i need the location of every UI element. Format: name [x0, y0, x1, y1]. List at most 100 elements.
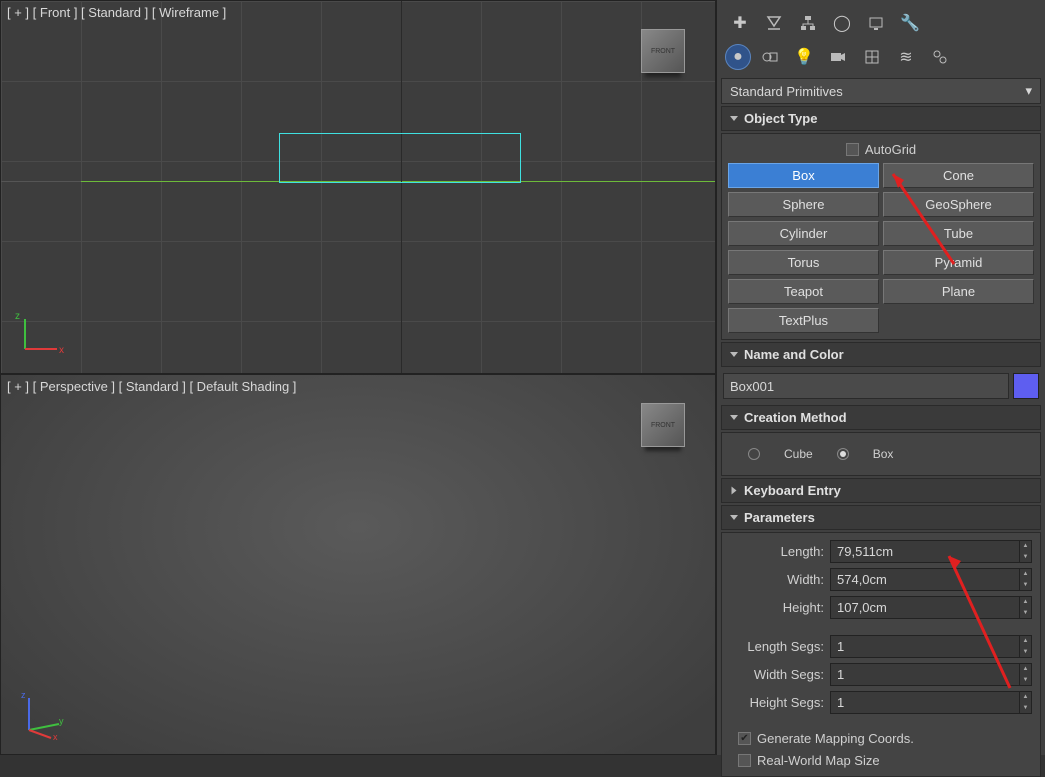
- tab-row-main: ✚ ◯ 🔧: [721, 4, 1041, 42]
- realworld-label: Real-World Map Size: [757, 753, 880, 768]
- width-label: Width:: [730, 572, 824, 587]
- teapot-button[interactable]: Teapot: [728, 279, 879, 304]
- viewcube-front[interactable]: FRONT: [641, 29, 685, 73]
- chevron-down-icon: [730, 116, 738, 121]
- sphere-button[interactable]: Sphere: [728, 192, 879, 217]
- chevron-down-icon: [730, 515, 738, 520]
- autogrid-checkbox[interactable]: [846, 143, 859, 156]
- rollout-parameters[interactable]: Parameters: [721, 505, 1041, 530]
- box-radio-label: Box: [873, 447, 894, 461]
- rollout-title: Object Type: [744, 111, 817, 126]
- spinner-arrows[interactable]: ▲▼: [1019, 636, 1031, 657]
- axis-vertical: [401, 1, 402, 373]
- rollout-name-color[interactable]: Name and Color: [721, 342, 1041, 367]
- utilities-tab-icon[interactable]: 🔧: [895, 10, 925, 36]
- length-input[interactable]: [831, 541, 1019, 562]
- rollout-object-type[interactable]: Object Type: [721, 106, 1041, 131]
- svg-text:z: z: [15, 311, 20, 322]
- axis-gizmo-front[interactable]: z x: [15, 309, 65, 359]
- dropdown-label: Standard Primitives: [730, 84, 843, 99]
- spinner-arrows[interactable]: ▲▼: [1019, 541, 1031, 562]
- length-segs-input[interactable]: [831, 636, 1019, 657]
- rollout-title: Parameters: [744, 510, 815, 525]
- svg-text:z: z: [21, 690, 26, 700]
- viewport-area: [ + ] [ Front ] [ Standard ] [ Wireframe…: [0, 0, 716, 755]
- svg-text:y: y: [59, 716, 64, 726]
- height-segs-label: Height Segs:: [730, 695, 824, 710]
- svg-text:x: x: [59, 345, 64, 356]
- display-tab-icon[interactable]: [861, 10, 891, 36]
- spinner-arrows[interactable]: ▲▼: [1019, 664, 1031, 685]
- spinner-arrows[interactable]: ▲▼: [1019, 597, 1031, 618]
- viewport-front[interactable]: [ + ] [ Front ] [ Standard ] [ Wireframe…: [0, 0, 716, 374]
- svg-text:x: x: [53, 732, 58, 740]
- length-spinner[interactable]: ▲▼: [830, 540, 1032, 563]
- systems-category-icon[interactable]: [925, 44, 955, 70]
- width-segs-spinner[interactable]: ▲▼: [830, 663, 1032, 686]
- width-segs-label: Width Segs:: [730, 667, 824, 682]
- object-type-body: AutoGrid Box Cone Sphere GeoSphere Cylin…: [721, 133, 1041, 340]
- plane-button[interactable]: Plane: [883, 279, 1034, 304]
- height-segs-input[interactable]: [831, 692, 1019, 713]
- rollout-keyboard-entry[interactable]: Keyboard Entry: [721, 478, 1041, 503]
- object-name-input[interactable]: [723, 373, 1009, 399]
- grid: [1, 1, 715, 373]
- selected-object-front[interactable]: [279, 133, 521, 183]
- gen-mapping-checkbox[interactable]: ✔: [738, 732, 751, 745]
- rollout-title: Keyboard Entry: [744, 483, 841, 498]
- autogrid-label: AutoGrid: [865, 142, 916, 157]
- subcategory-dropdown[interactable]: Standard Primitives ▾: [721, 78, 1041, 104]
- geosphere-button[interactable]: GeoSphere: [883, 192, 1034, 217]
- motion-tab-icon[interactable]: ◯: [827, 10, 857, 36]
- viewport-perspective[interactable]: 1749 622 3195 104 5005 2581 1884 6886 14…: [0, 374, 716, 755]
- box-radio[interactable]: [837, 448, 849, 460]
- length-segs-spinner[interactable]: ▲▼: [830, 635, 1032, 658]
- cylinder-button[interactable]: Cylinder: [728, 221, 879, 246]
- cube-radio-label: Cube: [784, 447, 813, 461]
- rollout-creation-method[interactable]: Creation Method: [721, 405, 1041, 430]
- chevron-right-icon: [732, 487, 737, 495]
- spinner-arrows[interactable]: ▲▼: [1019, 569, 1031, 590]
- realworld-checkbox[interactable]: [738, 754, 751, 767]
- perspective-background: [1, 375, 715, 754]
- rollout-title: Name and Color: [744, 347, 844, 362]
- object-color-swatch[interactable]: [1013, 373, 1039, 399]
- spinner-arrows[interactable]: ▲▼: [1019, 692, 1031, 713]
- viewport-label-perspective[interactable]: [ + ] [ Perspective ] [ Standard ] [ Def…: [7, 379, 296, 394]
- gen-mapping-label: Generate Mapping Coords.: [757, 731, 914, 746]
- textplus-button[interactable]: TextPlus: [728, 308, 879, 333]
- command-panel: ✚ ◯ 🔧 ● 💡 ≋ Standard Primitives ▾: [716, 0, 1045, 755]
- lights-category-icon[interactable]: 💡: [789, 44, 819, 70]
- length-segs-label: Length Segs:: [730, 639, 824, 654]
- axis-gizmo-perspective[interactable]: z y x: [15, 690, 65, 740]
- pyramid-button[interactable]: Pyramid: [883, 250, 1034, 275]
- width-segs-input[interactable]: [831, 664, 1019, 685]
- chevron-down-icon: ▾: [1025, 83, 1032, 99]
- width-input[interactable]: [831, 569, 1019, 590]
- width-spinner[interactable]: ▲▼: [830, 568, 1032, 591]
- category-row: ● 💡 ≋: [721, 44, 1041, 76]
- viewcube-perspective[interactable]: FRONT: [641, 403, 685, 447]
- hierarchy-tab-icon[interactable]: [793, 10, 823, 36]
- modify-tab-icon[interactable]: [759, 10, 789, 36]
- helpers-category-icon[interactable]: [857, 44, 887, 70]
- height-spinner[interactable]: ▲▼: [830, 596, 1032, 619]
- shapes-category-icon[interactable]: [755, 44, 785, 70]
- rollout-title: Creation Method: [744, 410, 847, 425]
- chevron-down-icon: [730, 352, 738, 357]
- spacewarps-category-icon[interactable]: ≋: [891, 44, 921, 70]
- cone-button[interactable]: Cone: [883, 163, 1034, 188]
- height-input[interactable]: [831, 597, 1019, 618]
- torus-button[interactable]: Torus: [728, 250, 879, 275]
- geometry-category-icon[interactable]: ●: [725, 44, 751, 70]
- viewport-label-front[interactable]: [ + ] [ Front ] [ Standard ] [ Wireframe…: [7, 5, 226, 20]
- cameras-category-icon[interactable]: [823, 44, 853, 70]
- height-segs-spinner[interactable]: ▲▼: [830, 691, 1032, 714]
- tube-button[interactable]: Tube: [883, 221, 1034, 246]
- cube-radio[interactable]: [748, 448, 760, 460]
- create-tab-icon[interactable]: ✚: [725, 10, 755, 36]
- box-button[interactable]: Box: [728, 163, 879, 188]
- height-label: Height:: [730, 600, 824, 615]
- length-label: Length:: [730, 544, 824, 559]
- chevron-down-icon: [730, 415, 738, 420]
